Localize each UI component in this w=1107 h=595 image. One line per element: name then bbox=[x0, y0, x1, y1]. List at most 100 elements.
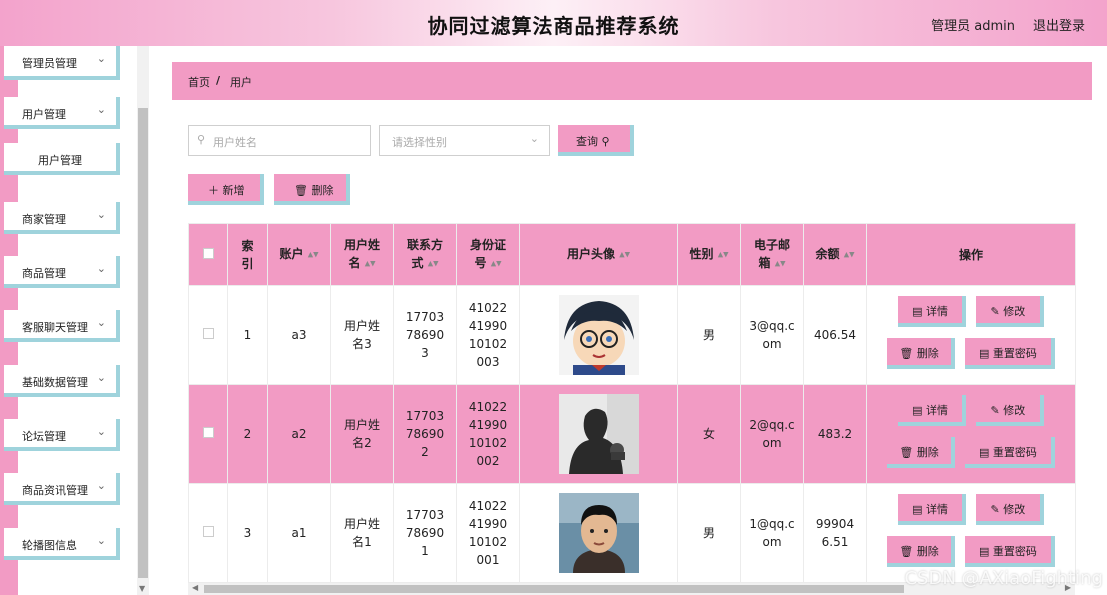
add-button[interactable]: ＋ 新增 bbox=[188, 174, 264, 205]
select-all-checkbox[interactable] bbox=[202, 247, 214, 259]
scroll-left-arrow-icon[interactable]: ◀ bbox=[192, 583, 198, 592]
sort-icon: ▲▼ bbox=[307, 250, 319, 259]
chevron-down-icon: ⌄ bbox=[96, 103, 106, 116]
row-checkbox[interactable] bbox=[202, 328, 214, 339]
col-header-balance[interactable]: 余额 ▲▼ bbox=[803, 223, 867, 286]
col-header-idcard[interactable]: 身份证号 ▲▼ bbox=[456, 223, 520, 286]
sidebar-subitem-users[interactable]: 用户管理 bbox=[4, 143, 120, 175]
cell-account: a1 bbox=[267, 483, 331, 583]
col-header-account[interactable]: 账户 ▲▼ bbox=[267, 223, 331, 286]
users-table: 索引 账户 ▲▼ 用户姓名 ▲▼ 联系方式 ▲▼ 身份证号 ▲▼ 用户头像 ▲▼… bbox=[188, 223, 1076, 583]
reset-password-button[interactable]: ▤ 重置密码 bbox=[964, 437, 1055, 468]
detail-button[interactable]: ▤ 详情 bbox=[898, 395, 967, 426]
cell-gender: 女 bbox=[677, 384, 741, 484]
cell-index: 2 bbox=[227, 384, 268, 484]
sidebar-item-forum[interactable]: 论坛管理 ⌄ bbox=[4, 419, 120, 451]
sidebar-item-label: 论坛管理 bbox=[22, 430, 66, 443]
sidebar-item-products[interactable]: 商品管理 ⌄ bbox=[4, 256, 120, 288]
sidebar-scrollbar[interactable]: ▼ bbox=[137, 46, 149, 595]
sidebar-item-admin[interactable]: 管理员管理 ⌄ bbox=[4, 46, 120, 80]
cell-email: 1@qq.com bbox=[749, 517, 795, 549]
chevron-down-icon: ⌄ bbox=[96, 52, 106, 65]
trash-icon: 🗑 bbox=[294, 184, 308, 197]
bulk-delete-button[interactable]: 🗑 删除 bbox=[274, 174, 350, 205]
cell-actions: ▤ 详情 ✎ 修改 🗑 删除 ▤ 重置密码 bbox=[866, 285, 1076, 385]
sidebar-item-users[interactable]: 用户管理 ⌄ bbox=[4, 97, 120, 129]
col-header-name[interactable]: 用户姓名 ▲▼ bbox=[330, 223, 394, 286]
query-button[interactable]: 查询 ⚲ bbox=[558, 125, 634, 156]
chevron-down-icon: ⌄ bbox=[96, 316, 106, 329]
edit-button[interactable]: ✎ 修改 bbox=[975, 494, 1044, 525]
row-checkbox[interactable] bbox=[202, 427, 214, 438]
table-row: 1 a3 用户姓名3 17703786903 41022419901010200… bbox=[188, 285, 1076, 385]
scroll-down-arrow-icon[interactable]: ▼ bbox=[139, 584, 145, 593]
sidebar-item-label: 商品管理 bbox=[22, 267, 66, 280]
sidebar-item-label: 用户管理 bbox=[22, 108, 66, 121]
sort-icon: ▲▼ bbox=[774, 259, 786, 268]
chevron-down-icon: ⌄ bbox=[96, 208, 106, 221]
bulk-delete-button-label: 🗑 删除 bbox=[294, 184, 334, 197]
delete-button[interactable]: 🗑 删除 bbox=[887, 437, 956, 468]
chevron-down-icon: ⌄ bbox=[529, 132, 539, 145]
detail-button[interactable]: ▤ 详情 bbox=[898, 296, 967, 327]
sidebar-item-label: 商品资讯管理 bbox=[22, 484, 88, 497]
gender-select[interactable]: 请选择性别 ⌄ bbox=[379, 125, 550, 156]
cell-balance: 999046.51 bbox=[815, 517, 855, 549]
add-button-label: ＋ 新增 bbox=[208, 184, 245, 197]
cell-phone: 17703786901 bbox=[405, 508, 445, 558]
col-header-gender[interactable]: 性别 ▲▼ bbox=[677, 223, 741, 286]
reset-password-button[interactable]: ▤ 重置密码 bbox=[964, 536, 1055, 567]
detail-button[interactable]: ▤ 详情 bbox=[898, 494, 967, 525]
chevron-down-icon: ⌄ bbox=[96, 534, 106, 547]
search-icon: ⚲ bbox=[197, 133, 206, 146]
cell-email: 2@qq.com bbox=[749, 418, 795, 450]
cell-idcard: 410224199010102001 bbox=[468, 499, 508, 567]
cell-phone: 17703786902 bbox=[405, 409, 445, 459]
scrollbar-thumb[interactable] bbox=[138, 108, 148, 578]
delete-button[interactable]: 🗑 删除 bbox=[887, 338, 956, 369]
sidebar-item-merchants[interactable]: 商家管理 ⌄ bbox=[4, 202, 120, 234]
scrollbar-thumb[interactable] bbox=[204, 585, 904, 593]
sidebar-item-basedata[interactable]: 基础数据管理 ⌄ bbox=[4, 365, 120, 397]
sidebar-item-label: 基础数据管理 bbox=[22, 376, 88, 389]
col-header-avatar[interactable]: 用户头像 ▲▼ bbox=[519, 223, 678, 286]
edit-button[interactable]: ✎ 修改 bbox=[975, 296, 1044, 327]
sidebar-item-chat[interactable]: 客服聊天管理 ⌄ bbox=[4, 310, 120, 342]
sidebar-item-carousel[interactable]: 轮播图信息 ⌄ bbox=[4, 528, 120, 560]
sort-icon: ▲▼ bbox=[490, 259, 502, 268]
sort-icon: ▲▼ bbox=[364, 259, 376, 268]
sort-icon: ▲▼ bbox=[843, 250, 855, 259]
breadcrumb-home[interactable]: 首页 bbox=[188, 74, 210, 90]
current-user: 管理员 admin bbox=[931, 19, 1015, 34]
watermark: CSDN @AXiaoFighting bbox=[904, 568, 1103, 589]
col-header-phone[interactable]: 联系方式 ▲▼ bbox=[393, 223, 457, 286]
cell-account: a3 bbox=[267, 285, 331, 385]
col-header-email[interactable]: 电子邮箱 ▲▼ bbox=[740, 223, 804, 286]
table-row: 2 a2 用户姓名2 17703786902 41022419901010200… bbox=[188, 384, 1076, 484]
query-button-label: 查询 ⚲ bbox=[576, 135, 610, 148]
delete-button[interactable]: 🗑 删除 bbox=[887, 536, 956, 567]
sidebar-item-news[interactable]: 商品资讯管理 ⌄ bbox=[4, 473, 120, 505]
cell-email: 3@qq.com bbox=[749, 319, 795, 351]
row-checkbox[interactable] bbox=[202, 526, 214, 537]
cell-account: a2 bbox=[267, 384, 331, 484]
reset-password-button[interactable]: ▤ 重置密码 bbox=[964, 338, 1055, 369]
logout-link[interactable]: 退出登录 bbox=[1033, 15, 1085, 34]
select-all-cell[interactable] bbox=[188, 223, 228, 286]
cell-balance: 483.2 bbox=[817, 427, 853, 441]
cell-balance: 406.54 bbox=[814, 328, 856, 342]
avatar bbox=[558, 394, 639, 474]
edit-button[interactable]: ✎ 修改 bbox=[975, 395, 1044, 426]
chevron-down-icon: ⌄ bbox=[96, 479, 106, 492]
chevron-down-icon: ⌄ bbox=[96, 371, 106, 384]
cell-name: 用户姓名2 bbox=[343, 418, 380, 450]
col-header-action: 操作 bbox=[866, 223, 1076, 286]
search-name-input[interactable]: ⚲ 用户姓名 bbox=[188, 125, 371, 156]
sidebar-item-label: 管理员管理 bbox=[22, 57, 77, 70]
cell-gender: 男 bbox=[677, 285, 741, 385]
cell-name: 用户姓名3 bbox=[343, 319, 380, 351]
avatar bbox=[558, 295, 639, 375]
sidebar-item-label: 客服聊天管理 bbox=[22, 321, 88, 334]
gender-select-placeholder: 请选择性别 bbox=[392, 136, 447, 149]
sort-icon: ▲▼ bbox=[427, 259, 439, 268]
